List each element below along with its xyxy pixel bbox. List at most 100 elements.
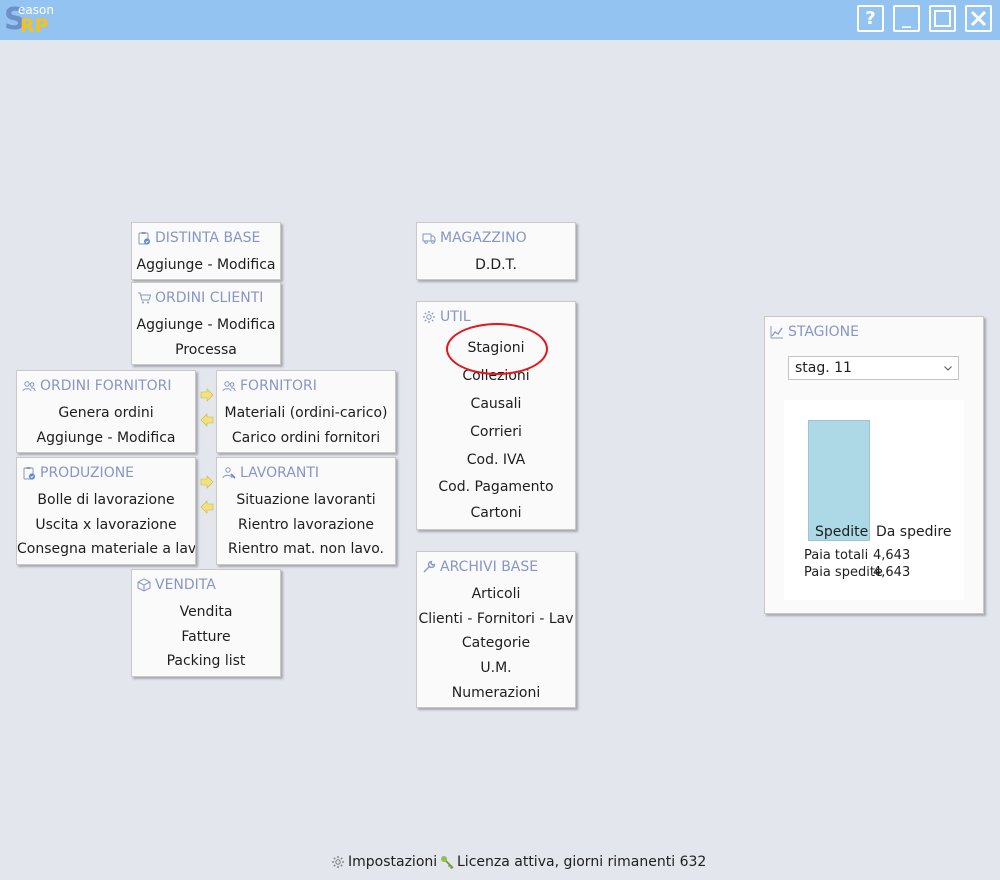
season-chart: Spedite Da spedire Paia totali 4,643 Pai…: [784, 400, 964, 600]
box-icon: [137, 578, 151, 592]
arrow-right-icon: [200, 388, 214, 402]
panel-produzione: PRODUZIONE Bolle di lavorazione Uscita x…: [16, 457, 196, 565]
panel-title: ARCHIVI BASE: [440, 559, 539, 575]
panel-header: ORDINI CLIENTI: [132, 283, 280, 313]
truck-icon: [422, 233, 436, 244]
panel-title: UTIL: [440, 309, 471, 325]
app-logo: S eason RP: [4, 3, 64, 37]
cart-icon: [138, 292, 151, 304]
gear-icon: [423, 311, 435, 323]
minimize-button[interactable]: _: [893, 5, 920, 32]
settings-label: Impostazioni: [348, 854, 438, 870]
menu-item-categorie[interactable]: Categorie: [417, 631, 575, 656]
arrow-left-icon: [200, 500, 214, 514]
menu-item-consegna-materiale[interactable]: Consegna materiale a lavoi: [17, 537, 195, 562]
panel-magazzino: MAGAZZINO D.D.T.: [416, 222, 576, 280]
label-da-spedire: Da spedire: [876, 524, 952, 540]
season-select-value: stag. 11: [795, 360, 852, 376]
chevron-down-icon: [944, 366, 952, 371]
panel-header: PRODUZIONE: [17, 458, 195, 488]
bar-spedite: [808, 420, 870, 541]
menu-item-clienti-fornitori[interactable]: Clienti - Fornitori - Lav: [417, 607, 575, 632]
panel-ordini-fornitori: ORDINI FORNITORI Genera ordini Aggiunge …: [16, 370, 196, 453]
menu-item-vendita[interactable]: Vendita: [132, 600, 280, 625]
menu-item-distinta-aggiunge[interactable]: Aggiunge - Modifica: [132, 253, 280, 278]
menu-item-packing-list[interactable]: Packing list: [132, 649, 280, 674]
menu-item-cod-iva[interactable]: Cod. IVA: [417, 446, 575, 474]
panel-title: ORDINI CLIENTI: [155, 290, 264, 306]
stat-label: Paia totali: [804, 548, 869, 563]
arrow-left-icon: [200, 413, 214, 427]
panel-lavoranti: LAVORANTI Situazione lavoranti Rientro l…: [216, 457, 396, 565]
arrow-right-icon: [200, 475, 214, 489]
panel-header: STAGIONE: [765, 317, 983, 347]
key-icon: [441, 856, 454, 869]
license-label: Licenza attiva, giorni rimanenti 632: [457, 854, 707, 870]
wrench-icon: [423, 560, 436, 573]
chart-line-icon: [770, 326, 783, 339]
license-status: Licenza attiva, giorni rimanenti 632: [440, 854, 706, 870]
maximize-icon: [934, 10, 951, 27]
panel-header: ARCHIVI BASE: [417, 552, 575, 582]
maximize-button[interactable]: [929, 5, 956, 32]
menu-item-fatture[interactable]: Fatture: [132, 625, 280, 650]
menu-item-rientro-mat[interactable]: Rientro mat. non lavo.: [217, 537, 395, 562]
panel-fornitori: FORNITORI Materiali (ordini-carico) Cari…: [216, 370, 396, 453]
label-spedite: Spedite: [815, 524, 869, 540]
panel-title: ORDINI FORNITORI: [40, 378, 172, 394]
panel-header: LAVORANTI: [217, 458, 395, 488]
panel-archivi-base: ARCHIVI BASE Articoli Clienti - Fornitor…: [416, 551, 576, 708]
panel-header: VENDITA: [132, 570, 280, 600]
menu-item-corrieri[interactable]: Corrieri: [417, 418, 575, 446]
panel-distinta-base: DISTINTA BASE Aggiunge - Modifica: [131, 222, 281, 280]
logo-rp: RP: [20, 15, 49, 37]
menu-item-causali[interactable]: Causali: [417, 390, 575, 418]
menu-item-cartoni[interactable]: Cartoni: [417, 500, 575, 526]
help-button[interactable]: ?: [857, 5, 884, 32]
panel-header: FORNITORI: [217, 371, 395, 401]
menu-item-ddt[interactable]: D.D.T.: [417, 253, 575, 278]
menu-item-processa[interactable]: Processa: [132, 338, 280, 363]
menu-item-uscita-lavorazione[interactable]: Uscita x lavorazione: [17, 513, 195, 538]
close-icon: [970, 10, 987, 27]
stat-value: 4,643: [873, 565, 911, 580]
menu-item-ordini-clienti-aggiunge[interactable]: Aggiunge - Modifica: [132, 313, 280, 338]
menu-item-um[interactable]: U.M.: [417, 656, 575, 681]
menu-item-carico-ordini[interactable]: Carico ordini fornitori: [217, 426, 395, 451]
panel-header: UTIL: [417, 302, 575, 332]
menu-item-materiali[interactable]: Materiali (ordini-carico): [217, 401, 395, 426]
worker-icon: [222, 467, 236, 479]
close-button[interactable]: [965, 5, 992, 32]
clipboard-check-icon: [23, 467, 35, 480]
title-bar: S eason RP ? _: [0, 0, 1000, 40]
panel-title: STAGIONE: [788, 324, 859, 340]
menu-item-collezioni[interactable]: Collezioni: [417, 362, 575, 390]
users-icon: [22, 381, 36, 392]
panel-header: ORDINI FORNITORI: [17, 371, 195, 401]
panel-vendita: VENDITA Vendita Fatture Packing list: [131, 569, 281, 677]
menu-item-ordini-fornitori-aggiunge[interactable]: Aggiunge - Modifica: [17, 426, 195, 451]
panel-title: FORNITORI: [240, 378, 317, 394]
stat-paia-totali: Paia totali 4,643: [804, 548, 910, 563]
menu-item-genera-ordini[interactable]: Genera ordini: [17, 401, 195, 426]
panel-title: MAGAZZINO: [440, 230, 527, 246]
menu-item-cod-pagamento[interactable]: Cod. Pagamento: [417, 474, 575, 500]
menu-item-numerazioni[interactable]: Numerazioni: [417, 681, 575, 706]
gear-icon: [332, 856, 344, 868]
stat-paia-spedite: Paia spedite 4,643: [804, 565, 910, 580]
panel-ordini-clienti: ORDINI CLIENTI Aggiunge - Modifica Proce…: [131, 282, 281, 365]
panel-util: UTIL Stagioni Collezioni Causali Corrier…: [416, 301, 576, 530]
menu-item-situazione-lavoranti[interactable]: Situazione lavoranti: [217, 488, 395, 513]
stat-label: Paia spedite: [804, 565, 883, 580]
settings-link[interactable]: Impostazioni: [331, 854, 437, 870]
panel-title: DISTINTA BASE: [155, 230, 261, 246]
menu-item-articoli[interactable]: Articoli: [417, 582, 575, 607]
menu-item-rientro-lavorazione[interactable]: Rientro lavorazione: [217, 513, 395, 538]
clipboard-check-icon: [138, 232, 150, 245]
panel-header: MAGAZZINO: [417, 223, 575, 253]
menu-item-stagioni[interactable]: Stagioni: [417, 334, 575, 362]
season-select[interactable]: stag. 11: [788, 356, 959, 380]
panel-title: PRODUZIONE: [40, 465, 135, 481]
menu-item-bolle-lavorazione[interactable]: Bolle di lavorazione: [17, 488, 195, 513]
panel-header: DISTINTA BASE: [132, 223, 280, 253]
